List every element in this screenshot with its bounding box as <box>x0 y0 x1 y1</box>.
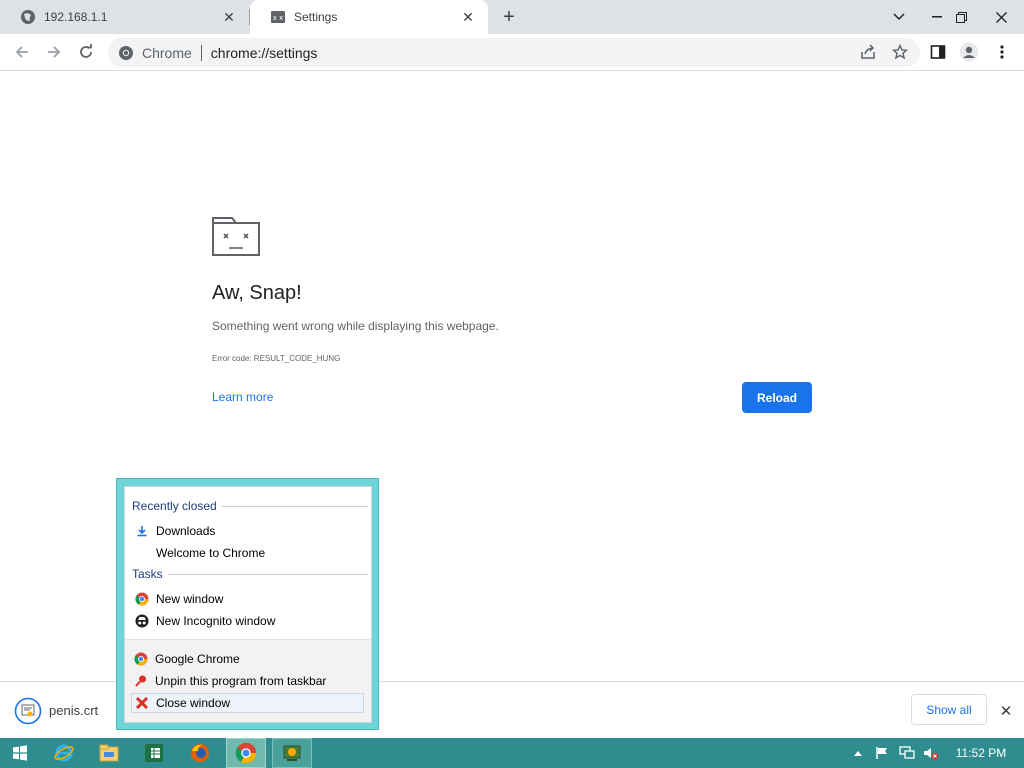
jump-item-close-window[interactable]: Close window <box>131 693 364 713</box>
taskbar-jump-list: Recently closed Downloads Welcome to Chr… <box>116 478 379 730</box>
learn-more-link[interactable]: Learn more <box>212 390 273 404</box>
jump-item-label: Close window <box>156 696 231 710</box>
jump-list-panel: Recently closed Downloads Welcome to Chr… <box>124 486 372 723</box>
jump-item-new-window[interactable]: New window <box>132 589 365 609</box>
sad-tab-icon: x x <box>270 9 286 25</box>
show-hidden-icons-icon[interactable] <box>850 738 866 768</box>
jump-list-app-section: Google Chrome Unpin this program from ta… <box>125 639 371 722</box>
action-center-flag-icon[interactable] <box>872 738 892 768</box>
recently-closed-label: Recently closed <box>132 499 217 513</box>
volume-muted-icon[interactable] <box>921 738 941 768</box>
pin-icon <box>133 673 149 689</box>
show-all-button[interactable]: Show all <box>911 694 987 725</box>
jump-item-unpin[interactable]: Unpin this program from taskbar <box>131 671 364 691</box>
chrome-logo-icon <box>133 651 149 667</box>
close-window-button[interactable] <box>984 0 1018 34</box>
jump-item-label: New Incognito window <box>156 614 276 628</box>
svg-text:x x: x x <box>273 14 284 22</box>
back-button[interactable] <box>8 38 36 66</box>
toolbar: Chrome chrome://settings <box>0 34 1024 71</box>
sad-folder-icon <box>212 216 260 256</box>
error-message: Something went wrong while displaying th… <box>212 319 499 333</box>
vm-app-taskbar-button[interactable] <box>272 738 312 768</box>
incognito-icon <box>134 613 150 629</box>
new-tab-button[interactable]: + <box>498 6 520 28</box>
profile-avatar-icon[interactable] <box>959 42 979 62</box>
share-icon[interactable] <box>860 44 876 63</box>
error-heading: Aw, Snap! <box>212 282 302 304</box>
tab-close-icon[interactable]: ✕ <box>460 9 476 25</box>
restore-button[interactable] <box>944 0 978 34</box>
jump-item-label: Google Chrome <box>155 652 240 666</box>
tab-title: Settings <box>294 10 338 24</box>
site-chip: Chrome <box>142 44 192 61</box>
omnibox-divider <box>200 44 202 61</box>
jump-item-new-incognito[interactable]: New Incognito window <box>132 611 365 631</box>
error-code: Error code: RESULT_CODE_HUNG <box>212 354 341 363</box>
tasks-header: Tasks <box>132 567 368 581</box>
header-rule <box>221 505 368 507</box>
side-panel-icon[interactable] <box>928 42 948 62</box>
globe-icon <box>20 9 36 25</box>
jump-item-label: Welcome to Chrome <box>156 546 266 560</box>
reload-button[interactable]: Reload <box>742 382 812 413</box>
internet-explorer-icon[interactable] <box>44 738 84 768</box>
recently-closed-header: Recently closed <box>132 499 368 513</box>
start-button[interactable] <box>0 738 40 768</box>
tab-close-icon[interactable]: ✕ <box>221 9 237 25</box>
file-explorer-icon[interactable] <box>89 738 129 768</box>
chrome-taskbar-button[interactable] <box>226 738 266 768</box>
header-rule <box>167 573 368 575</box>
url-text[interactable]: chrome://settings <box>211 45 318 61</box>
bookmark-star-icon[interactable] <box>891 43 909 63</box>
firefox-icon[interactable] <box>180 738 220 768</box>
network-icon[interactable] <box>897 738 917 768</box>
spreadsheet-app-icon[interactable] <box>134 738 174 768</box>
chrome-site-icon <box>118 45 134 61</box>
taskbar-clock[interactable]: 11:52 PM <box>948 738 1014 768</box>
jump-item-icon-blank <box>134 545 150 561</box>
jump-item-downloads[interactable]: Downloads <box>132 521 365 541</box>
download-file-name[interactable]: penis.crt <box>49 703 98 718</box>
sad-tab-page: Aw, Snap! Something went wrong while dis… <box>212 216 812 413</box>
jump-item-google-chrome[interactable]: Google Chrome <box>131 649 364 669</box>
download-arrow-icon <box>134 523 150 539</box>
red-x-icon <box>134 695 150 711</box>
jump-item-label: Unpin this program from taskbar <box>155 674 327 688</box>
jump-item-welcome[interactable]: Welcome to Chrome <box>132 543 365 563</box>
tab-title: 192.168.1.1 <box>44 10 108 24</box>
tasks-label: Tasks <box>132 567 163 581</box>
tab-search-icon[interactable] <box>882 0 916 34</box>
windows-taskbar: 11:52 PM <box>0 738 1024 768</box>
reload-icon[interactable] <box>72 38 100 66</box>
certificate-file-icon[interactable] <box>14 697 42 725</box>
chrome-logo-icon <box>134 591 150 607</box>
forward-button[interactable] <box>40 38 68 66</box>
menu-kebab-icon[interactable] <box>992 42 1012 62</box>
jump-item-label: New window <box>156 592 224 606</box>
close-shelf-icon[interactable]: ✕ <box>996 701 1016 721</box>
jump-item-label: Downloads <box>156 524 216 538</box>
tab-settings[interactable]: x x Settings ✕ <box>250 0 488 34</box>
tab-strip: 192.168.1.1 ✕ x x Settings ✕ + <box>0 0 1024 34</box>
tab-192-168-1-1[interactable]: 192.168.1.1 ✕ <box>0 0 249 34</box>
address-bar[interactable]: Chrome chrome://settings <box>108 38 920 67</box>
